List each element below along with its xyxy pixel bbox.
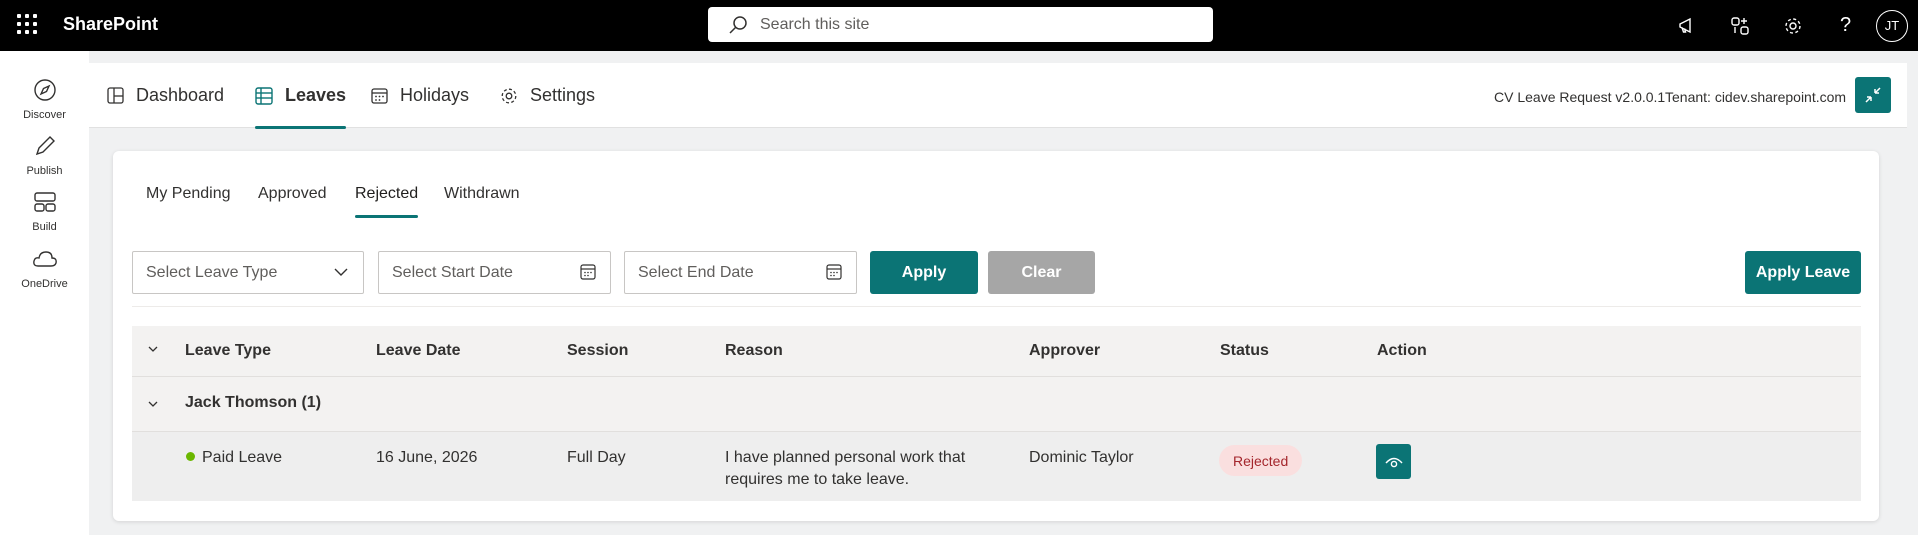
app-launcher-icon[interactable]: [17, 14, 37, 34]
share-network-icon[interactable]: [1713, 0, 1766, 51]
appbar-item-onedrive[interactable]: OneDrive: [0, 247, 89, 290]
chevron-down-icon[interactable]: [147, 397, 159, 415]
subtab-rejected[interactable]: Rejected: [355, 185, 419, 218]
subtab-withdrawn[interactable]: Withdrawn: [444, 185, 520, 218]
leaves-card: My Pending Approved Rejected Withdrawn S…: [113, 151, 1879, 521]
table-header: Leave Type Leave Date Session Reason App…: [132, 326, 1861, 376]
end-date-placeholder: Select End Date: [638, 264, 754, 281]
table-icon: [255, 86, 273, 105]
column-header-session[interactable]: Session: [567, 342, 628, 360]
search-icon: [728, 15, 748, 40]
start-date-picker[interactable]: Select Start Date: [378, 251, 611, 294]
end-date-picker[interactable]: Select End Date: [624, 251, 857, 294]
column-header-leave-date[interactable]: Leave Date: [376, 342, 461, 360]
layout-icon: [33, 192, 56, 212]
cloud-icon: [32, 251, 57, 267]
app-name[interactable]: SharePoint: [63, 14, 158, 35]
apply-filter-button[interactable]: Apply: [870, 251, 978, 294]
collapse-button[interactable]: [1855, 77, 1891, 113]
reason-line-1: I have planned personal work that: [725, 449, 966, 466]
column-header-status[interactable]: Status: [1220, 342, 1269, 360]
cell-approver: Dominic Taylor: [1029, 449, 1134, 466]
collapse-icon: [1865, 87, 1881, 103]
eye-icon: [1384, 457, 1403, 467]
column-header-action[interactable]: Action: [1377, 342, 1427, 360]
appbar-item-publish[interactable]: Publish: [0, 134, 89, 177]
help-icon[interactable]: ?: [1819, 0, 1872, 51]
group-row[interactable]: Jack Thomson (1): [132, 376, 1861, 431]
column-header-approver[interactable]: Approver: [1029, 342, 1100, 360]
clear-filter-button[interactable]: Clear: [988, 251, 1095, 294]
compass-icon: [33, 79, 56, 101]
suite-bar: SharePoint ? JT: [0, 0, 1918, 51]
megaphone-icon[interactable]: [1660, 0, 1713, 51]
tab-label: Holidays: [400, 85, 470, 105]
subtab-approved[interactable]: Approved: [258, 185, 327, 218]
pen-icon: [35, 136, 55, 156]
appbar-item-label: Discover: [23, 109, 66, 121]
appbar-item-build[interactable]: Build: [0, 190, 89, 233]
app-bar: Discover Publish Build OneDrive: [0, 51, 89, 535]
tab-dashboard[interactable]: Dashboard: [107, 63, 224, 128]
calendar-icon: [371, 87, 388, 104]
search-input[interactable]: [760, 7, 1200, 42]
appbar-item-label: OneDrive: [21, 278, 68, 290]
appbar-item-label: Build: [32, 221, 57, 233]
gear-icon[interactable]: [1766, 0, 1819, 51]
tab-label: Dashboard: [136, 85, 225, 105]
avatar[interactable]: JT: [1876, 9, 1908, 42]
status-badge: Rejected: [1219, 445, 1303, 476]
gear-icon: [500, 87, 518, 105]
appbar-item-discover[interactable]: Discover: [0, 78, 89, 121]
subtab-my-pending[interactable]: My Pending: [146, 185, 231, 218]
app-version: CV Leave Request v2.0.0.1: [1494, 89, 1666, 105]
leave-type-text: Paid Leave: [202, 449, 283, 466]
cell-leave-date: 16 June, 2026: [376, 449, 478, 466]
reason-line-2: requires me to take leave.: [725, 471, 910, 488]
apply-leave-button[interactable]: Apply Leave: [1745, 251, 1861, 294]
appbar-item-label: Publish: [26, 165, 63, 177]
search-box[interactable]: [708, 7, 1213, 42]
column-header-reason[interactable]: Reason: [725, 342, 783, 360]
chevron-down-icon[interactable]: [147, 342, 159, 360]
leave-type-dot: [186, 452, 195, 461]
divider: [132, 306, 1861, 307]
cell-session: Full Day: [567, 449, 626, 466]
tab-settings[interactable]: Settings: [500, 63, 595, 128]
tenant-label: Tenant: cidev.sharepoint.com: [1665, 89, 1847, 105]
cell-reason: I have planned personal work that requir…: [725, 447, 965, 491]
tab-label: Leaves: [285, 85, 347, 105]
leave-type-placeholder: Select Leave Type: [146, 264, 278, 281]
calendar-icon: [580, 264, 596, 285]
view-button[interactable]: [1376, 444, 1411, 479]
chevron-down-icon: [333, 264, 349, 285]
group-label: Jack Thomson (1): [185, 394, 322, 411]
page-header: Dashboard Leaves Holidays Settings CV Le…: [89, 63, 1907, 129]
cell-leave-type: Paid Leave: [186, 447, 282, 469]
column-header-leave-type[interactable]: Leave Type: [185, 342, 271, 360]
tab-leaves[interactable]: Leaves: [255, 63, 347, 129]
tab-label: Settings: [530, 85, 596, 105]
dashboard-icon: [107, 87, 124, 104]
calendar-icon: [826, 264, 842, 285]
table-row[interactable]: Paid Leave 16 June, 2026 Full Day I have…: [132, 431, 1861, 501]
leave-type-dropdown[interactable]: Select Leave Type: [132, 251, 364, 294]
start-date-placeholder: Select Start Date: [392, 264, 513, 281]
tab-holidays[interactable]: Holidays: [371, 63, 469, 128]
